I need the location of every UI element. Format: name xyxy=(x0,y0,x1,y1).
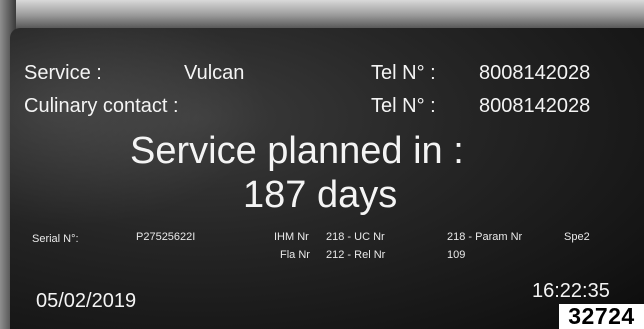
culinary-contact-label: Culinary contact : xyxy=(24,95,179,117)
param-value: Spe2 xyxy=(564,231,590,243)
rel-value: 109 xyxy=(447,249,466,261)
time-display: 16:22:35 xyxy=(532,280,610,302)
culinary-tel-label: Tel N° : xyxy=(371,95,436,117)
uc-value: 218 - Param Nr xyxy=(447,231,523,243)
service-planned-heading: Service planned in : xyxy=(130,130,464,172)
serial-value: P27525622I xyxy=(136,231,196,243)
display-photo: Service : Vulcan Tel N° : 8008142028 Cul… xyxy=(0,0,644,329)
service-tel-value: 8008142028 xyxy=(479,62,591,84)
service-display-screen: Service : Vulcan Tel N° : 8008142028 Cul… xyxy=(10,28,644,329)
service-label: Service : xyxy=(24,62,102,84)
serial-label: Serial N°: xyxy=(32,233,79,245)
fla-value: 212 - Rel Nr xyxy=(326,249,386,261)
ihm-value: 218 - UC Nr xyxy=(326,231,385,243)
asset-tag-label: 32724 xyxy=(559,304,644,329)
service-value: Vulcan xyxy=(184,62,245,84)
screen-reflection xyxy=(10,28,270,228)
culinary-tel-value: 8008142028 xyxy=(479,95,591,117)
service-days-remaining: 187 days xyxy=(243,174,398,216)
date-display: 05/02/2019 xyxy=(36,290,137,312)
fla-label: Fla Nr xyxy=(280,249,310,261)
ihm-label: IHM Nr xyxy=(274,231,309,243)
service-tel-label: Tel N° : xyxy=(371,62,436,84)
